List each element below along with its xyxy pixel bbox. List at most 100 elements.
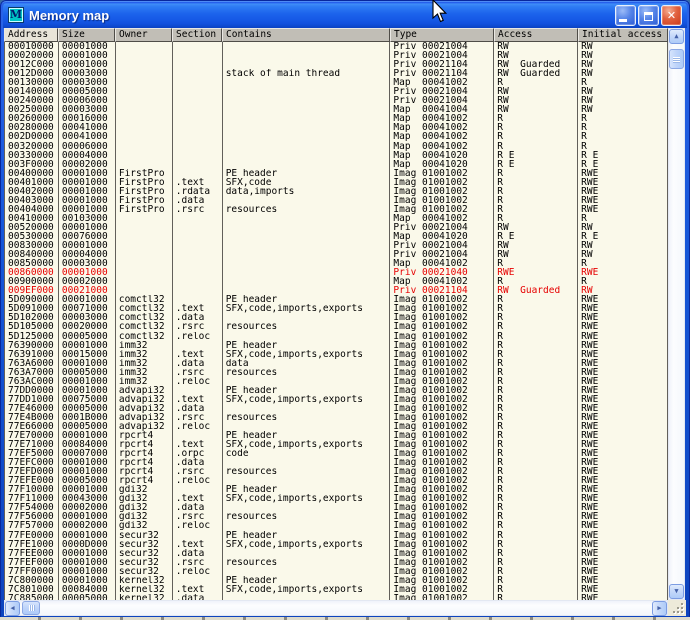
table-row[interactable]: 77E4B0000001B000advapi32.rsrcresourcesIm… — [5, 413, 668, 422]
table-row[interactable]: 77F5400000002000gdi32.dataImag 01001002R… — [5, 503, 668, 512]
cell-initial-access: RWE — [578, 576, 668, 585]
table-row[interactable]: 003F000000002000Map 00041020R ER E — [5, 160, 668, 169]
table-row[interactable]: 0084000000004000Priv 00021004RWRW — [5, 250, 668, 259]
table-row[interactable]: 0040000000001000FirstProPE headerImag 01… — [5, 169, 668, 178]
resize-grip[interactable] — [668, 600, 686, 616]
table-row[interactable]: 0033000000004000Map 00041020R ER E — [5, 151, 668, 160]
table-row[interactable]: 0086000000001000Priv 00021040RWERWE — [5, 268, 668, 277]
table-row[interactable]: 763A700000005000imm32.rsrcresourcesImag … — [5, 368, 668, 377]
scroll-down-button[interactable]: ▼ — [669, 584, 684, 599]
table-row[interactable]: 0024000000006000Priv 00021004RWRW — [5, 96, 668, 105]
cell-access: R — [494, 404, 578, 413]
table-row[interactable]: 77E7100000084000rpcrt4.textSFX,code,impo… — [5, 440, 668, 449]
close-icon: ✕ — [662, 6, 681, 25]
table-row[interactable]: 77F5700000002000gdi32.relocImag 01001002… — [5, 521, 668, 530]
table-row[interactable]: 0025000000003000Map 00041004RWRW — [5, 105, 668, 114]
table-row[interactable]: 77EFD00000001000rpcrt4.rsrcresourcesImag… — [5, 467, 668, 476]
table-row[interactable]: 7C80100000084000kernel32.textSFX,code,im… — [5, 585, 668, 594]
cell-contains: data,imports — [223, 187, 391, 196]
table-row[interactable]: 77EF500000007000rpcrt4.orpccodeImag 0100… — [5, 449, 668, 458]
table-row[interactable]: 5D10200000003000comctl32.dataImag 010010… — [5, 313, 668, 322]
table-row[interactable]: 7639100000015000imm32.textSFX,code,impor… — [5, 350, 668, 359]
cell-owner: FirstPro — [116, 205, 173, 214]
cell-section — [173, 96, 223, 105]
vertical-scrollbar[interactable]: ▲ ▼ — [668, 28, 685, 600]
table-row[interactable]: 77FEF00000001000secur32.rsrcresourcesIma… — [5, 558, 668, 567]
table-row[interactable]: 763AC00000001000imm32.relocImag 01001002… — [5, 377, 668, 386]
table-row[interactable]: 77DD100000075000advapi32.textSFX,code,im… — [5, 395, 668, 404]
table-row[interactable]: 77E6600000005000advapi32.relocImag 01001… — [5, 422, 668, 431]
table-row[interactable]: 5D12500000005000comctl32.relocImag 01001… — [5, 332, 668, 341]
scroll-right-button[interactable]: ▶ — [652, 601, 667, 616]
table-row[interactable]: 77F1100000043000gdi32.textSFX,code,impor… — [5, 494, 668, 503]
table-row[interactable]: 0002000000001000Priv 00021004RWRW — [5, 51, 668, 60]
cell-type: Imag 01001002 — [390, 295, 494, 304]
table-row[interactable]: 0053000000076000Map 00041020R ER E — [5, 232, 668, 241]
cell-access: R — [494, 142, 578, 151]
column-header-owner[interactable]: Owner — [115, 28, 172, 42]
table-row[interactable]: 7639000000001000imm32PE headerImag 01001… — [5, 341, 668, 350]
horizontal-scroll-thumb[interactable] — [22, 601, 40, 615]
cell-address: 5D090000 — [5, 295, 59, 304]
table-row[interactable]: 7C80000000001000kernel32PE headerImag 01… — [5, 576, 668, 585]
table-row[interactable]: 0085000000003000Map 00041002RR — [5, 259, 668, 268]
table-row[interactable]: 0090000000002000Map 00041002RR — [5, 277, 668, 286]
cell-size: 00043000 — [59, 494, 116, 503]
table-row[interactable]: 5D09100000071000comctl32.textSFX,code,im… — [5, 304, 668, 313]
table-row[interactable]: 0040300000001000FirstPro.dataImag 010010… — [5, 196, 668, 205]
table-row[interactable]: 0040400000001000FirstPro.rsrcresourcesIm… — [5, 205, 668, 214]
cell-section: .reloc — [173, 521, 223, 530]
column-header-initial-access[interactable]: Initial access — [578, 28, 668, 42]
close-button[interactable]: ✕ — [661, 5, 682, 26]
table-row[interactable]: 77EFC00000001000rpcrt4.dataImag 01001002… — [5, 458, 668, 467]
scroll-up-button[interactable]: ▲ — [669, 29, 684, 44]
table-row[interactable]: 77FE000000001000secur32PE headerImag 010… — [5, 531, 668, 540]
table-row[interactable]: 0032000000006000Map 00041002RR — [5, 142, 668, 151]
table-row[interactable]: 77E4600000005000advapi32.dataImag 010010… — [5, 404, 668, 413]
table-row[interactable]: 77EFE00000005000rpcrt4.relocImag 0100100… — [5, 476, 668, 485]
table-row[interactable]: 0052000000001000Priv 00021004RWRW — [5, 223, 668, 232]
column-header-address[interactable]: Address — [4, 28, 58, 42]
column-header-type[interactable]: Type — [390, 28, 494, 42]
table-row[interactable]: 0026000000016000Map 00041002RR — [5, 114, 668, 123]
table-row[interactable]: 0041000000103000Map 00041002RR — [5, 214, 668, 223]
table-row[interactable]: 77FEE00000001000secur32.dataImag 0100100… — [5, 549, 668, 558]
minimize-button[interactable] — [615, 5, 636, 26]
table-row[interactable]: 77F5600000001000gdi32.rsrcresourcesImag … — [5, 512, 668, 521]
cell-address: 00400000 — [5, 169, 59, 178]
table-row[interactable]: 0040200000001000FirstPro.rdatadata,impor… — [5, 187, 668, 196]
table-row[interactable]: 0013000000003000Map 00041002RR — [5, 78, 668, 87]
table-row[interactable]: 002D000000041000Map 00041002RR — [5, 132, 668, 141]
cell-section: .text — [173, 178, 223, 187]
table-row[interactable]: 77FE10000000D000secur32.textSFX,code,imp… — [5, 540, 668, 549]
table-row[interactable]: 5D10500000020000comctl32.rsrcresourcesIm… — [5, 322, 668, 331]
column-header-access[interactable]: Access — [494, 28, 578, 42]
table-row[interactable]: 77FF000000001000secur32.relocImag 010010… — [5, 567, 668, 576]
table-row[interactable]: 0012D00000003000stack of main threadPriv… — [5, 69, 668, 78]
table-row[interactable]: 77E7000000001000rpcrt4PE headerImag 0100… — [5, 431, 668, 440]
column-header-section[interactable]: Section — [172, 28, 222, 42]
table-row[interactable]: 009EF00000021000Priv 00021104RW GuardedR… — [5, 286, 668, 295]
vertical-scroll-thumb[interactable] — [669, 49, 684, 69]
column-header-size[interactable]: Size — [58, 28, 115, 42]
table-row[interactable]: 77DD000000001000advapi32PE headerImag 01… — [5, 386, 668, 395]
column-header-contains[interactable]: Contains — [222, 28, 390, 42]
titlebar[interactable]: M Memory map ✕ — [3, 2, 687, 28]
table-row[interactable]: 0014000000005000Priv 00021004RWRW — [5, 87, 668, 96]
maximize-button[interactable] — [638, 5, 659, 26]
scroll-left-button[interactable]: ◀ — [5, 601, 20, 616]
table-row[interactable]: 0028000000041000Map 00041002RR — [5, 123, 668, 132]
table-row[interactable]: 5D09000000001000comctl32PE headerImag 01… — [5, 295, 668, 304]
horizontal-scrollbar[interactable]: ◀ ▶ — [4, 600, 668, 616]
app-icon[interactable]: M — [8, 7, 24, 23]
table-row[interactable]: 0083000000001000Priv 00021004RWRW — [5, 241, 668, 250]
table-row[interactable]: 0012C00000001000Priv 00021104RW GuardedR… — [5, 60, 668, 69]
cell-contains: resources — [223, 413, 391, 422]
table-row[interactable]: 763A600000001000imm32.datadataImag 01001… — [5, 359, 668, 368]
table-row[interactable]: 0040100000001000FirstPro.textSFX,codeIma… — [5, 178, 668, 187]
cell-owner: imm32 — [116, 350, 173, 359]
table-row[interactable]: 77F1000000001000gdi32PE headerImag 01001… — [5, 485, 668, 494]
cell-size: 00084000 — [59, 440, 116, 449]
cell-type: Imag 01001002 — [390, 413, 494, 422]
table-row[interactable]: 0001000000001000Priv 00021004RWRW — [5, 42, 668, 51]
